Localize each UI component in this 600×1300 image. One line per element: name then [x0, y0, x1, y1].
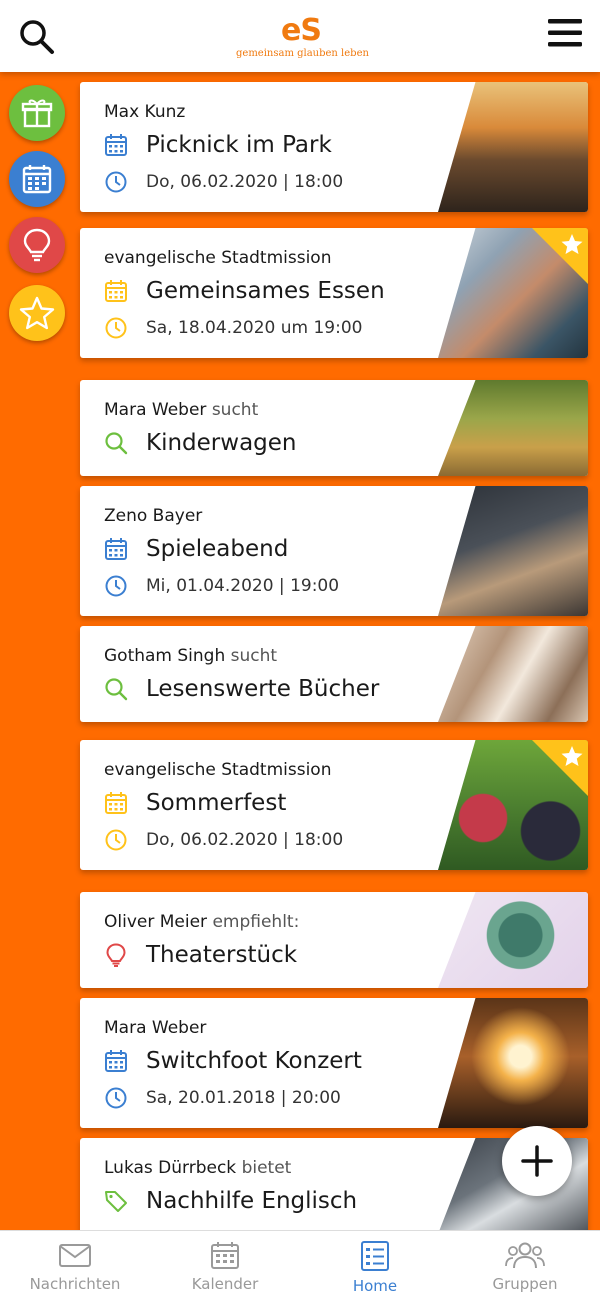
calendar-icon — [105, 280, 127, 302]
card-title-row: Spieleabend — [104, 536, 288, 562]
card-date: Mi, 01.04.2020 | 19:00 — [146, 576, 340, 596]
card-title-row: Nachhilfe Englisch — [104, 1188, 357, 1214]
card-author: evangelische Stadtmission — [104, 248, 332, 268]
calendar-icon — [105, 792, 127, 814]
calendar-icon — [105, 1050, 127, 1072]
card-image — [438, 82, 588, 212]
list-icon — [361, 1241, 389, 1271]
filter-offers-button[interactable] — [9, 85, 65, 141]
card-date-row: Sa, 20.01.2018 | 20:00 — [104, 1086, 341, 1110]
card-title: Lesenswerte Bücher — [146, 676, 380, 702]
card-title: Nachhilfe Englisch — [146, 1188, 358, 1214]
card-image — [438, 892, 588, 988]
card-date-row: Sa, 18.04.2020 um 19:00 — [104, 316, 362, 340]
card-date-row: Do, 06.02.2020 | 18:00 — [104, 828, 343, 852]
card-image — [438, 486, 588, 616]
nav-item-kalender[interactable]: Kalender — [150, 1231, 300, 1300]
search-icon — [105, 432, 128, 455]
card-author: Gotham Singh sucht — [104, 646, 278, 666]
app-header: eS gemeinsam glauben leben — [0, 0, 600, 72]
card-title-row: Sommerfest — [104, 790, 286, 816]
search-icon — [105, 678, 128, 701]
calendar-icon — [22, 165, 52, 194]
clock-icon — [105, 1087, 127, 1109]
clock-icon — [105, 829, 127, 851]
nav-item-nachrichten[interactable]: Nachrichten — [0, 1231, 150, 1300]
lightbulb-icon — [106, 943, 126, 967]
logo-tagline: gemeinsam glauben leben — [236, 48, 369, 59]
nav-item-home[interactable]: Home — [300, 1231, 450, 1300]
card-title-row: Lesenswerte Bücher — [104, 676, 379, 702]
star-icon — [561, 234, 583, 254]
card-title-row: Gemeinsames Essen — [104, 278, 385, 304]
card-date: Sa, 20.01.2018 | 20:00 — [146, 1088, 341, 1108]
clock-icon — [105, 171, 127, 193]
clock-icon — [105, 575, 127, 597]
card-date-row: Mi, 01.04.2020 | 19:00 — [104, 574, 339, 598]
card-title-row: Theaterstück — [104, 942, 297, 968]
calendar-icon — [211, 1242, 239, 1269]
bottom-navigation: Nachrichten Kalender Home Gruppen — [0, 1230, 600, 1300]
card-author: Zeno Bayer — [104, 506, 203, 526]
clock-icon — [105, 317, 127, 339]
filter-favorites-button[interactable] — [9, 285, 65, 341]
card-title: Picknick im Park — [146, 132, 332, 158]
card-image — [438, 998, 588, 1128]
calendar-icon — [105, 134, 127, 156]
group-icon — [505, 1242, 545, 1269]
card-image — [438, 626, 588, 722]
hamburger-menu-icon[interactable] — [548, 18, 582, 48]
feed-card-event-highlighted[interactable]: evangelische Stadtmission Sommerfest Do,… — [80, 740, 588, 870]
card-author: Mara Weber — [104, 1018, 207, 1038]
search-icon[interactable] — [18, 18, 56, 56]
nav-label: Gruppen — [492, 1275, 558, 1293]
card-title: Switchfoot Konzert — [146, 1048, 362, 1074]
card-title: Kinderwagen — [146, 430, 297, 456]
card-date: Sa, 18.04.2020 um 19:00 — [146, 318, 363, 338]
star-icon — [19, 296, 55, 330]
card-author: Mara Weber sucht — [104, 400, 259, 420]
app-logo: eS gemeinsam glauben leben — [236, 13, 369, 64]
card-title-row: Picknick im Park — [104, 132, 332, 158]
card-date: Do, 06.02.2020 | 18:00 — [146, 172, 344, 192]
plus-icon — [521, 1145, 553, 1177]
card-title-row: Kinderwagen — [104, 430, 297, 456]
feed-card-event[interactable]: Zeno Bayer Spieleabend Mi, 01.04.2020 | … — [80, 486, 588, 616]
calendar-icon — [105, 538, 127, 560]
card-title: Sommerfest — [146, 790, 287, 816]
card-author: Max Kunz — [104, 102, 186, 122]
nav-label: Nachrichten — [29, 1275, 121, 1293]
feed-card-event[interactable]: Mara Weber Switchfoot Konzert Sa, 20.01.… — [80, 998, 588, 1128]
card-title: Spieleabend — [146, 536, 289, 562]
nav-item-gruppen[interactable]: Gruppen — [450, 1231, 600, 1300]
card-author: Oliver Meier empfiehlt: — [104, 912, 300, 932]
add-button[interactable] — [502, 1126, 572, 1196]
feed-card-search[interactable]: Gotham Singh sucht Lesenswerte Bücher — [80, 626, 588, 722]
mail-icon — [59, 1244, 91, 1267]
filter-events-button[interactable] — [9, 151, 65, 207]
filter-recommendations-button[interactable] — [9, 217, 65, 273]
feed-card-recommendation[interactable]: Oliver Meier empfiehlt: Theaterstück — [80, 892, 588, 988]
tag-icon — [105, 1191, 127, 1212]
card-author: Lukas Dürrbeck bietet — [104, 1158, 292, 1178]
card-title: Theaterstück — [146, 942, 298, 968]
lightbulb-icon — [23, 228, 51, 262]
nav-label: Home — [352, 1277, 398, 1295]
feed-card-event-highlighted[interactable]: evangelische Stadtmission Gemeinsames Es… — [80, 228, 588, 358]
feed-card-search[interactable]: Mara Weber sucht Kinderwagen — [80, 380, 588, 476]
logo-mark: eS — [281, 13, 322, 48]
card-date-row: Do, 06.02.2020 | 18:00 — [104, 170, 343, 194]
feed-card-event[interactable]: Max Kunz Picknick im Park Do, 06.02.2020… — [80, 82, 588, 212]
card-author: evangelische Stadtmission — [104, 760, 332, 780]
star-icon — [561, 746, 583, 766]
card-title-row: Switchfoot Konzert — [104, 1048, 362, 1074]
nav-label: Kalender — [191, 1275, 259, 1293]
card-title: Gemeinsames Essen — [146, 278, 385, 304]
card-image — [438, 380, 588, 476]
gift-icon — [21, 99, 53, 128]
card-date: Do, 06.02.2020 | 18:00 — [146, 830, 344, 850]
